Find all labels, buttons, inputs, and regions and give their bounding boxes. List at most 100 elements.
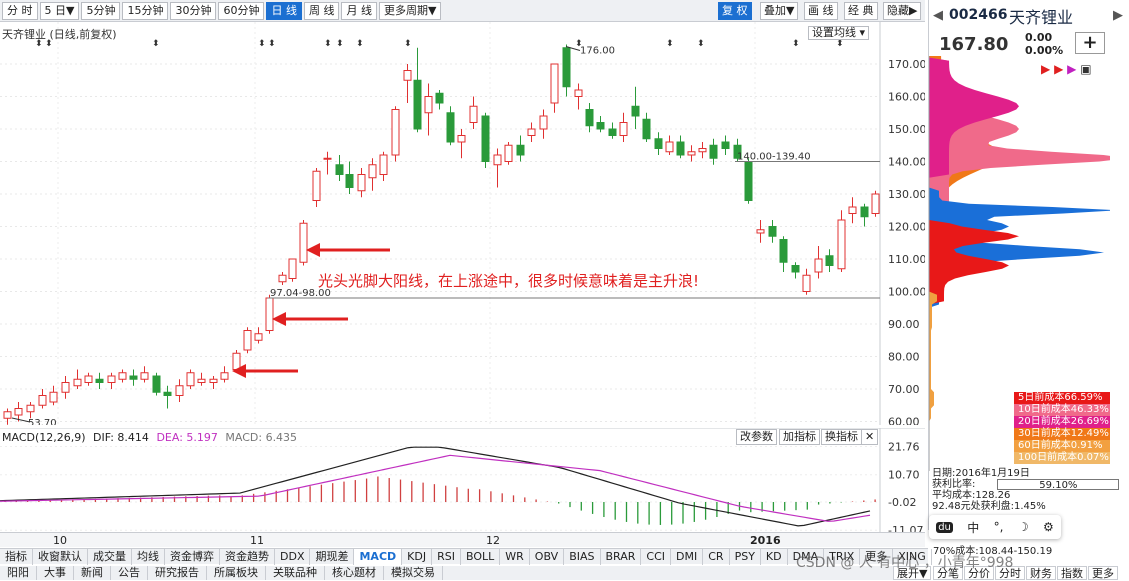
moon-icon[interactable]: ☽ [1018,520,1029,534]
event-marker[interactable]: ⬍ [836,39,844,49]
info-tab-3[interactable]: 公告 [111,566,148,580]
candle-body [744,161,753,201]
info-tab-0[interactable]: 阳阳 [0,566,37,580]
info-tab-2[interactable]: 新闻 [74,566,111,580]
info-tab-6[interactable]: 关联品种 [266,566,325,580]
indicator-tab-8[interactable]: MACD [354,548,403,565]
indicator-tab-5[interactable]: 资金趋势 [220,548,275,565]
gear-icon[interactable]: ⚙ [1043,520,1054,534]
indicator-tab-0[interactable]: 指标 [0,548,33,565]
chinese-mode-icon[interactable]: 中 [967,519,979,536]
next-stock-icon[interactable]: ▶ [1113,8,1123,23]
event-marker[interactable]: ⬍ [336,39,344,49]
indicator-tab-6[interactable]: DDX [275,548,311,565]
info-tab-5[interactable]: 所属板块 [207,566,266,580]
flag-icon[interactable]: ▶ [1054,62,1063,76]
candle[interactable] [504,142,513,165]
info-tab-1[interactable]: 大事 [37,566,74,580]
y-tick-label: 110.00 [888,253,925,266]
candle[interactable] [744,158,753,204]
right-info-tab-5[interactable]: 更多 [1088,566,1118,580]
event-marker[interactable]: ⬍ [666,39,674,49]
candle[interactable] [288,258,297,282]
period-button-4[interactable]: 30分钟 [170,1,217,20]
indicator-tab-1[interactable]: 收窗默认 [33,548,88,565]
indicator-tab-19[interactable]: PSY [730,548,761,565]
right-info-tab-4[interactable]: 指数 [1057,566,1087,580]
tool-button-2[interactable]: 画 线 [804,2,838,20]
prev-stock-icon[interactable]: ◀ [933,8,943,23]
indicator-tab-3[interactable]: 均线 [132,548,165,565]
info-tab-8[interactable]: 模拟交易 [384,566,443,580]
indicator-tab-7[interactable]: 期现差 [310,548,355,565]
candle-body [539,115,548,130]
period-button-8[interactable]: 月 线 [341,1,377,20]
event-marker[interactable]: ⬍ [152,39,160,49]
indicator-tab-15[interactable]: BRAR [601,548,642,565]
period-button-7[interactable]: 周 线 [303,1,340,20]
event-marker[interactable]: ⬍ [404,39,412,49]
right-info-tab-3[interactable]: 财务 [1026,566,1056,580]
indicator-tab-10[interactable]: RSI [432,548,461,565]
indicator-tab-16[interactable]: CCI [641,548,672,565]
period-button-0[interactable]: 分 时 [2,1,38,20]
indicator-tab-14[interactable]: BIAS [564,548,601,565]
switch-indicator-button[interactable]: 换指标 [821,429,862,445]
candle[interactable] [837,210,846,272]
candle[interactable] [152,372,161,396]
candle[interactable] [265,294,274,334]
x-label-dec: 12 [486,534,500,547]
candle-body [265,297,274,331]
tool-button-4[interactable]: 隐藏▶ [883,2,922,20]
candlestick-chart[interactable]: 170.00 160.00 150.00 140.00 130.00 120.00 110.… [0,22,925,425]
add-indicator-button[interactable]: 加指标 [779,429,820,445]
candle[interactable] [871,190,880,217]
event-marker[interactable]: ⬍ [697,39,705,49]
tool-button-1[interactable]: 叠加▼ [760,2,799,20]
chip-tool-icons[interactable]: ▶ ▶ ▶ ▣ [1041,62,1092,76]
period-button-2[interactable]: 5分钟 [81,1,121,20]
tool-button-0[interactable]: 复 权 [718,2,752,20]
candle[interactable] [481,112,490,168]
indicator-tab-17[interactable]: DMI [671,548,704,565]
close-icon[interactable]: ✕ [861,429,879,445]
flag-purple-icon[interactable]: ▶ [1067,62,1076,76]
indicator-tab-9[interactable]: KDJ [402,548,433,565]
event-marker[interactable]: ⬍ [258,39,266,49]
flag-red-icon[interactable]: ▶ [1041,62,1050,76]
event-marker[interactable]: ⬍ [356,39,364,49]
tool-button-3[interactable]: 经 典 [844,2,878,20]
candle-body [631,105,640,117]
indicator-tab-20[interactable]: KD [761,548,788,565]
event-marker[interactable]: ⬍ [792,39,800,49]
indicator-tab-4[interactable]: 资金博弈 [165,548,220,565]
edit-params-button[interactable]: 改参数 [736,429,777,445]
event-marker[interactable]: ⬍ [324,39,332,49]
indicator-tab-11[interactable]: BOLL [461,548,501,565]
candle-body [791,265,800,273]
du-icon[interactable]: du [936,521,953,533]
period-button-3[interactable]: 15分钟 [122,1,169,20]
indicator-tab-13[interactable]: OBV [530,548,565,565]
chip-settings-icon[interactable]: ▣ [1080,62,1091,76]
period-button-9[interactable]: 更多周期▼ [378,1,442,20]
punctuation-icon[interactable]: °, [994,520,1004,534]
period-button-5[interactable]: 60分钟 [218,1,265,20]
ma-settings-button[interactable]: 设置均线 ▾ [808,26,870,40]
candle[interactable] [299,220,308,266]
add-watchlist-button[interactable]: + [1075,32,1105,54]
info-tab-4[interactable]: 研究报告 [148,566,207,580]
candle-body [424,96,433,114]
indicator-tab-18[interactable]: CR [703,548,730,565]
period-button-1[interactable]: 5 日▼ [39,1,80,20]
candle[interactable] [186,369,195,390]
candle[interactable] [243,327,252,354]
price-change: 0.00 [1025,31,1053,44]
indicator-tab-2[interactable]: 成交量 [88,548,132,565]
macd-tick-label: -0.02 [888,496,916,509]
indicator-tab-12[interactable]: WR [500,548,530,565]
info-tab-7[interactable]: 核心题材 [325,566,384,580]
period-button-6[interactable]: 日 线 [266,1,302,20]
event-marker[interactable]: ⬍ [268,39,276,49]
candle[interactable] [391,106,400,162]
